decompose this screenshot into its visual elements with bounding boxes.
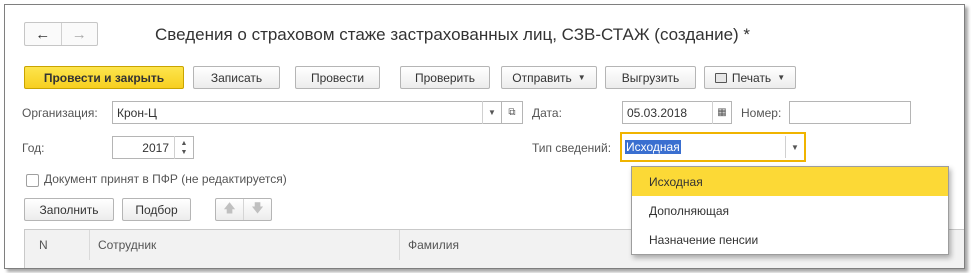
document-window: ← → Сведения о страховом стаже застрахов… bbox=[4, 4, 965, 269]
printer-icon bbox=[714, 72, 727, 83]
option-pension[interactable]: Назначение пенсии bbox=[632, 225, 948, 254]
export-button[interactable]: Выгрузить bbox=[605, 66, 696, 89]
window-title: Сведения о страховом стаже застрахованны… bbox=[155, 25, 751, 44]
chevron-down-icon[interactable]: ▼ bbox=[482, 101, 501, 124]
option-supplementary[interactable]: Дополняющая bbox=[632, 196, 948, 225]
number-label: Номер: bbox=[741, 106, 782, 120]
send-label: Отправить bbox=[512, 70, 572, 85]
column-header-n[interactable]: N bbox=[25, 230, 90, 260]
print-button[interactable]: Печать ▼ bbox=[704, 66, 796, 89]
decrement-icon[interactable]: ▼ bbox=[181, 148, 188, 157]
chevron-down-icon[interactable]: ▼ bbox=[785, 136, 804, 158]
date-label: Дата: bbox=[532, 106, 562, 120]
check-button[interactable]: Проверить bbox=[400, 66, 490, 89]
type-label: Тип сведений: bbox=[532, 141, 612, 155]
move-down-icon[interactable]: 🡇 bbox=[244, 199, 271, 220]
select-button[interactable]: Подбор bbox=[122, 198, 191, 221]
save-button[interactable]: Записать bbox=[193, 66, 280, 89]
back-arrow-icon[interactable]: ← bbox=[25, 23, 62, 45]
date-field[interactable]: 05.03.2018 ▦ bbox=[622, 101, 732, 124]
organization-value: Крон-Ц bbox=[117, 105, 157, 120]
year-value: 2017 bbox=[142, 140, 169, 155]
type-value: Исходная bbox=[625, 140, 681, 154]
move-buttons: 🡅 🡇 bbox=[215, 198, 272, 221]
organization-field[interactable]: Крон-Ц ▼ bbox=[112, 101, 502, 124]
column-header-employee[interactable]: Сотрудник bbox=[90, 230, 400, 260]
date-value: 05.03.2018 bbox=[627, 105, 688, 120]
option-initial[interactable]: Исходная bbox=[632, 167, 948, 196]
year-label: Год: bbox=[22, 141, 45, 155]
fill-button[interactable]: Заполнить bbox=[24, 198, 114, 221]
send-button[interactable]: Отправить ▼ bbox=[501, 66, 597, 89]
increment-icon[interactable]: ▲ bbox=[181, 139, 188, 148]
accepted-label: Документ принят в ПФР (не редактируется) bbox=[44, 172, 287, 186]
forward-arrow-icon[interactable]: → bbox=[62, 23, 98, 45]
move-up-icon[interactable]: 🡅 bbox=[216, 199, 244, 220]
print-label: Печать bbox=[731, 70, 772, 85]
post-and-close-button[interactable]: Провести и закрыть bbox=[24, 66, 184, 89]
organization-label: Организация: bbox=[22, 106, 98, 120]
type-select[interactable]: Исходная ▼ bbox=[620, 132, 806, 162]
accepted-checkbox[interactable] bbox=[26, 174, 39, 187]
nav-buttons: ← → bbox=[24, 22, 98, 46]
open-link-icon[interactable]: ⧉ bbox=[502, 101, 523, 124]
chevron-down-icon: ▼ bbox=[777, 73, 786, 82]
spin-buttons[interactable]: ▲ ▼ bbox=[174, 136, 193, 159]
post-button[interactable]: Провести bbox=[295, 66, 380, 89]
calendar-icon[interactable]: ▦ bbox=[712, 101, 731, 124]
type-dropdown-list: Исходная Дополняющая Назначение пенсии bbox=[631, 166, 949, 255]
number-field[interactable] bbox=[789, 101, 911, 124]
year-field[interactable]: 2017 ▲ ▼ bbox=[112, 136, 194, 159]
chevron-down-icon: ▼ bbox=[577, 73, 586, 82]
